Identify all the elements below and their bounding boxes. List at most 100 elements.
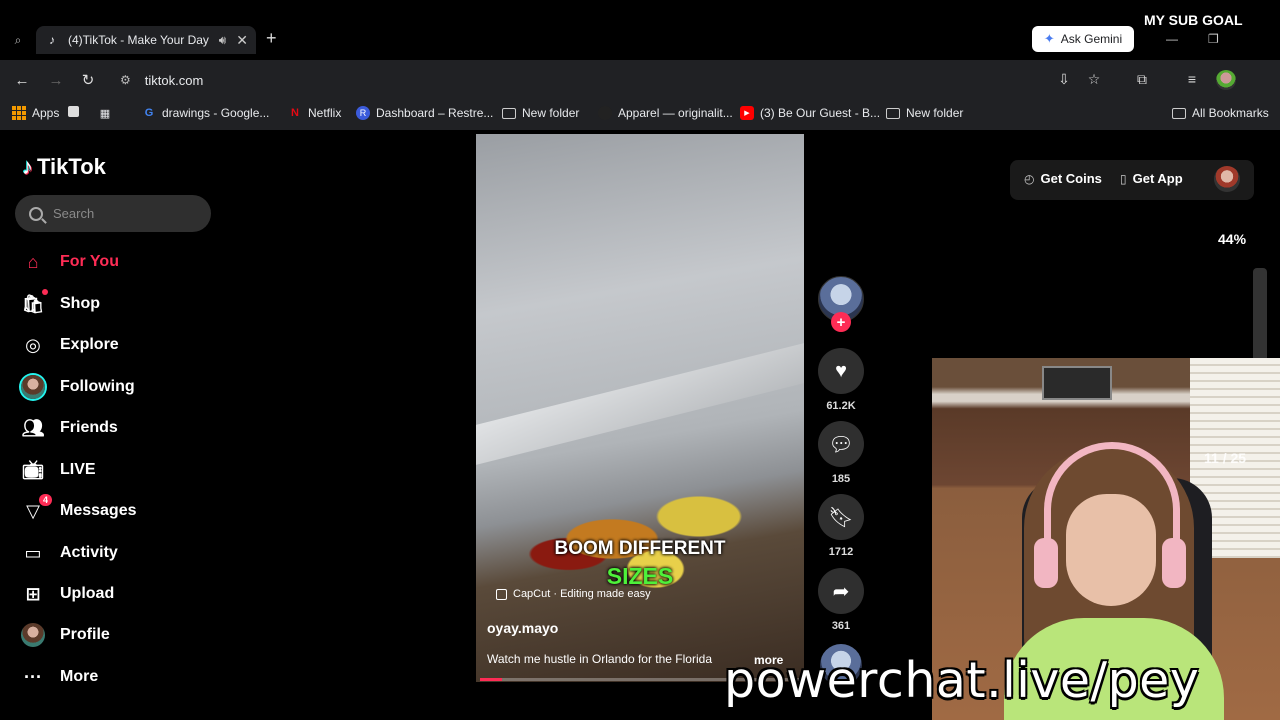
extensions-icon[interactable]: ⧉ (1132, 69, 1152, 89)
like-button[interactable]: ♥ (818, 348, 864, 394)
ask-gemini-label: Ask Gemini (1060, 32, 1123, 46)
capcut-icon (496, 588, 507, 600)
bookmark-youtube[interactable]: ▶ (3) Be Our Guest - B... (740, 106, 880, 120)
nav-item-explore[interactable]: ◎ Explore (20, 332, 119, 358)
bookmark-apparel[interactable]: Apparel — originalit... (598, 106, 733, 120)
video-description: Watch me hustle in Orlando for the Flori… (487, 652, 712, 666)
tiktok-note-icon: ♪ (22, 154, 33, 179)
video-caption-line2: SIZES (606, 563, 674, 589)
site-info-icon[interactable]: ⚙︎ (120, 73, 131, 87)
nav-item-upload[interactable]: ⊞ Upload (20, 581, 114, 607)
address-bar[interactable]: ⚙︎ tiktok.com (110, 66, 1110, 94)
user-avatar[interactable] (1214, 166, 1240, 192)
bookmark-all-bookmarks[interactable]: All Bookmarks (1172, 106, 1269, 120)
nav-item-live[interactable]: 📺︎ LIVE (20, 457, 96, 483)
people-icon: 👥︎ (21, 417, 45, 438)
comment-count: 185 (831, 473, 851, 485)
speaker-icon[interactable]: 🔊︎ (219, 33, 227, 48)
nav-item-for-you[interactable]: ⌂ For You (20, 249, 119, 275)
heart-icon: ♥ (835, 359, 847, 382)
compass-icon: ◎ (25, 334, 41, 355)
google-icon: G (144, 107, 154, 119)
tab-search-icon[interactable]: ⌕ (6, 30, 30, 50)
phone-icon: ▯ (1120, 171, 1127, 186)
search-icon (29, 206, 43, 221)
tv-icon: 📺︎ (21, 459, 45, 480)
install-app-icon[interactable]: ⇩ (1054, 69, 1074, 89)
coin-icon: ◴ (1024, 171, 1035, 186)
url-text: tiktok.com (144, 72, 204, 88)
send-icon: ▽ 4 (20, 494, 52, 524)
microwave-image (1042, 366, 1112, 400)
capcut-tag[interactable]: CapCut · Editing made easy (496, 588, 651, 600)
video-author[interactable]: oyay.mayo (487, 620, 558, 636)
more-dots-icon: ··· (24, 666, 42, 687)
notification-dot (42, 289, 48, 295)
nav-item-following[interactable]: Following (20, 374, 135, 400)
like-count: 61.2K (826, 400, 856, 412)
message-box-icon: ▭ (24, 542, 42, 563)
browser-profile-avatar[interactable] (1216, 70, 1236, 90)
browser-tab-tiktok[interactable]: ♪ (4)TikTok - Make Your Day 🔊︎ ✕ (36, 26, 256, 54)
get-app-button[interactable]: ▯ Get App (1120, 171, 1183, 186)
save-button[interactable]: 🔖︎ (818, 494, 864, 540)
shopping-bag-icon: 🛍︎ (20, 289, 48, 317)
bookmark-netflix[interactable]: N Netflix (288, 106, 341, 120)
get-coins-button[interactable]: ◴ Get Coins (1024, 171, 1102, 186)
tiktok-favicon-icon: ♪ (49, 33, 55, 47)
bookmark-star-icon[interactable]: ☆ (1084, 69, 1104, 89)
reload-icon[interactable]: ↻ (78, 70, 98, 90)
new-tab-button[interactable]: + (266, 28, 277, 49)
restore-icon[interactable]: ❐ (1208, 32, 1219, 46)
bookmark-drawings[interactable]: G drawings - Google... (142, 106, 270, 120)
save-count: 1712 (828, 546, 854, 558)
share-count: 361 (831, 620, 851, 632)
folder-icon (886, 107, 900, 119)
close-tab-icon[interactable]: ✕ (236, 32, 248, 49)
youtube-icon: ▶ (740, 106, 754, 120)
bookmark-new-folder-1[interactable]: New folder (502, 106, 579, 120)
gemini-sparkle-icon: ✦ (1043, 31, 1055, 46)
bookmark-blank-icon[interactable] (68, 106, 79, 117)
bookmark-new-folder-2[interactable]: New folder (886, 106, 963, 120)
nav-item-profile[interactable]: Profile (20, 622, 110, 648)
forward-arrow-icon[interactable]: → (46, 70, 66, 90)
folder-icon (1172, 107, 1186, 119)
tab-title: (4)TikTok - Make Your Day (68, 33, 209, 47)
messages-badge: 4 (38, 494, 52, 506)
folder-icon (502, 107, 516, 119)
share-button[interactable]: ➦ (818, 568, 864, 614)
bookmark-grid-icon[interactable]: ▦ (98, 106, 112, 120)
media-controls-icon[interactable]: ≡ (1182, 69, 1202, 89)
ask-gemini-button[interactable]: ✦ Ask Gemini (1032, 26, 1134, 52)
netflix-icon: N (291, 107, 299, 119)
nav-item-more[interactable]: ··· More (20, 664, 98, 690)
tiktok-logo[interactable]: ♪ TikTok (22, 154, 106, 180)
video-progress-fill (480, 678, 503, 681)
bookmark-icon: 🔖︎ (828, 506, 854, 529)
search-input[interactable]: Search (15, 195, 211, 232)
video-pager: 11 / 25 (1204, 450, 1247, 466)
back-arrow-icon[interactable]: ← (12, 70, 32, 90)
minimize-icon[interactable]: — (1166, 32, 1178, 46)
search-placeholder: Search (53, 206, 95, 221)
profile-avatar-icon (21, 623, 45, 647)
nav-item-activity[interactable]: ▭ Activity (20, 540, 117, 566)
promo-text: powerchat.live/pey (724, 652, 1200, 709)
bookmark-dashboard[interactable]: R Dashboard – Restre... (356, 106, 493, 120)
follow-plus-icon[interactable]: + (831, 312, 851, 332)
comment-button[interactable]: 💬︎ (818, 421, 864, 467)
nav-item-friends[interactable]: 👥︎ Friends (20, 415, 118, 441)
video-caption-line1: BOOM DIFFERENT (554, 538, 726, 559)
bookmark-apps[interactable]: Apps (12, 106, 59, 120)
headphones-image (1044, 442, 1180, 562)
nav-item-shop[interactable]: 🛍︎ Shop (20, 289, 100, 317)
site-icon (598, 106, 612, 120)
goal-percent: 44% (1218, 231, 1247, 247)
sub-goal-title: MY SUB GOAL (1144, 12, 1243, 28)
apps-grid-icon (12, 106, 26, 120)
nav-item-messages[interactable]: ▽ 4 Messages (20, 494, 137, 524)
home-icon: ⌂ (27, 251, 39, 272)
share-arrow-icon: ➦ (832, 580, 850, 603)
plus-square-icon: ⊞ (25, 583, 41, 604)
